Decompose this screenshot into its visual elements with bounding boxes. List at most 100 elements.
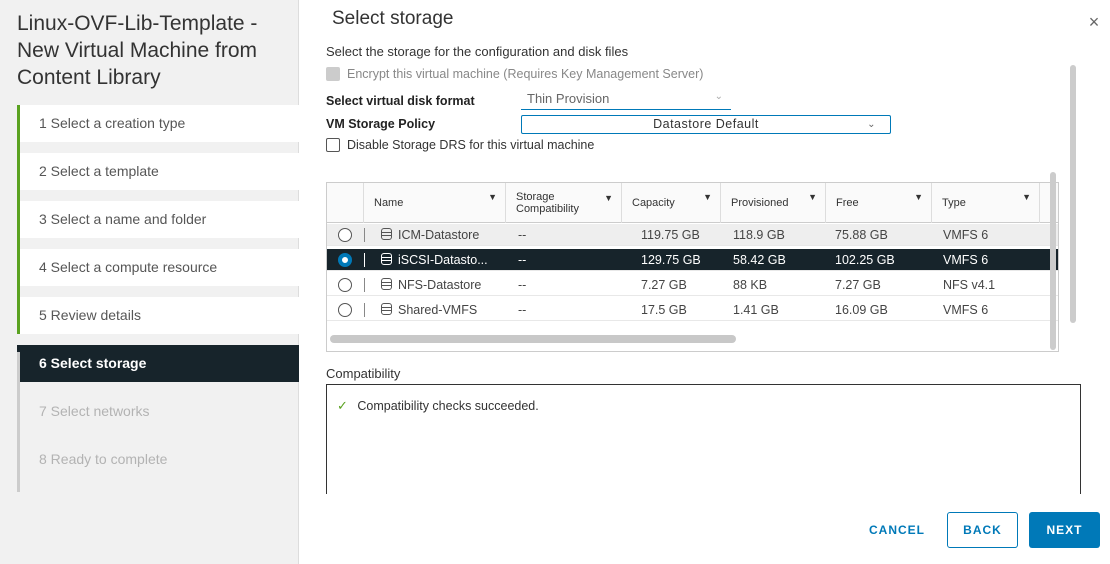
cancel-button[interactable]: CANCEL bbox=[862, 512, 932, 548]
row-radio[interactable] bbox=[338, 303, 352, 317]
datastore-name: Shared-VMFS bbox=[381, 299, 503, 321]
next-button[interactable]: NEXT bbox=[1029, 512, 1100, 548]
cell-compatibility: -- bbox=[518, 278, 527, 292]
compatibility-message: Compatibility checks succeeded. bbox=[357, 399, 539, 413]
cell-compatibility: -- bbox=[518, 253, 527, 267]
page-vertical-scrollbar[interactable] bbox=[1070, 65, 1076, 323]
column-header-label: Storage Compatibility bbox=[516, 191, 579, 215]
column-header-provisioned[interactable]: Provisioned ▼ bbox=[721, 183, 826, 223]
column-header-storage-compatibility[interactable]: Storage Compatibility ▼ bbox=[506, 183, 622, 223]
filter-icon[interactable]: ▼ bbox=[808, 192, 817, 202]
cell-provisioned: 118.9 GB bbox=[733, 228, 785, 242]
cell-compatibility: -- bbox=[518, 303, 527, 317]
cell-free: 7.27 GB bbox=[835, 278, 881, 292]
table-row[interactable]: iSCSI-Datasto... -- 129.75 GB 58.42 GB 1… bbox=[327, 249, 1058, 271]
back-button[interactable]: BACK bbox=[947, 512, 1018, 548]
table-row[interactable]: Shared-VMFS -- 17.5 GB 1.41 GB 16.09 GB … bbox=[327, 299, 1058, 321]
filter-icon[interactable]: ▼ bbox=[914, 192, 923, 202]
datastore-name-text: ICM-Datastore bbox=[398, 228, 480, 242]
disable-drs-label: Disable Storage DRS for this virtual mac… bbox=[347, 138, 595, 152]
storage-policy-select[interactable]: Datastore Default ⌄ bbox=[521, 115, 891, 134]
step-rail bbox=[17, 352, 20, 492]
row-radio-selected[interactable] bbox=[338, 253, 352, 267]
filter-icon[interactable]: ▼ bbox=[703, 192, 712, 202]
select-column-header bbox=[327, 183, 364, 223]
check-icon: ✓ bbox=[337, 398, 348, 413]
step-ready-to-complete: 8 Ready to complete bbox=[39, 451, 168, 467]
row-separator bbox=[364, 303, 365, 317]
datastore-grid: Name ▼ Storage Compatibility ▼ Capacity … bbox=[326, 182, 1059, 352]
datastore-name-text: iSCSI-Datasto... bbox=[398, 253, 488, 267]
storage-policy-label: VM Storage Policy bbox=[326, 117, 436, 131]
cell-free: 75.88 GB bbox=[835, 228, 888, 242]
disable-drs-checkbox[interactable]: Disable Storage DRS for this virtual mac… bbox=[326, 138, 594, 152]
wizard-title: Linux-OVF-Lib-Template - New Virtual Mac… bbox=[17, 12, 258, 89]
row-radio[interactable] bbox=[338, 278, 352, 292]
compatibility-panel: ✓ Compatibility checks succeeded. bbox=[326, 384, 1081, 494]
cell-capacity: 17.5 GB bbox=[641, 303, 687, 317]
disk-format-value: Thin Provision bbox=[527, 91, 610, 106]
column-header-free[interactable]: Free ▼ bbox=[826, 183, 932, 223]
column-header-label: Free bbox=[836, 197, 859, 209]
storage-policy-value: Datastore Default bbox=[653, 117, 759, 131]
checkbox-disabled-icon bbox=[326, 67, 340, 81]
table-row[interactable]: NFS-Datastore -- 7.27 GB 88 KB 7.27 GB N… bbox=[327, 274, 1058, 296]
disk-format-label: Select virtual disk format bbox=[326, 94, 475, 108]
cell-free: 16.09 GB bbox=[835, 303, 888, 317]
wizard-steps: 1 Select a creation type 2 Select a temp… bbox=[17, 105, 299, 489]
disk-format-select[interactable]: Thin Provision ⌄ bbox=[521, 91, 731, 110]
step-select-creation-type[interactable]: 1 Select a creation type bbox=[17, 105, 299, 142]
chevron-down-icon: ⌄ bbox=[867, 119, 876, 130]
column-header-label: Name bbox=[374, 197, 404, 209]
column-header-type[interactable]: Type ▼ bbox=[932, 183, 1040, 223]
cell-compatibility: -- bbox=[518, 228, 527, 242]
cell-capacity: 7.27 GB bbox=[641, 278, 687, 292]
step-select-compute-resource[interactable]: 4 Select a compute resource bbox=[17, 238, 299, 286]
step-select-template[interactable]: 2 Select a template bbox=[17, 142, 299, 190]
compatibility-label: Compatibility bbox=[326, 366, 401, 381]
filter-icon[interactable]: ▼ bbox=[604, 192, 613, 204]
column-header-label: Provisioned bbox=[731, 197, 789, 209]
cell-type: VMFS 6 bbox=[943, 303, 989, 317]
step-select-name-folder[interactable]: 3 Select a name and folder bbox=[17, 190, 299, 238]
column-header-name[interactable]: Name ▼ bbox=[364, 183, 506, 223]
wizard-sidebar: Linux-OVF-Lib-Template - New Virtual Mac… bbox=[0, 0, 299, 564]
step-select-networks: 7 Select networks bbox=[39, 403, 150, 419]
encrypt-vm-label: Encrypt this virtual machine (Requires K… bbox=[347, 67, 704, 81]
chevron-down-icon: ⌄ bbox=[714, 91, 723, 102]
table-row[interactable]: ICM-Datastore -- 119.75 GB 118.9 GB 75.8… bbox=[327, 224, 1058, 246]
close-icon[interactable]: × bbox=[1086, 12, 1102, 32]
row-radio[interactable] bbox=[338, 228, 352, 242]
encrypt-vm-checkbox: Encrypt this virtual machine (Requires K… bbox=[326, 67, 703, 81]
cell-provisioned: 1.41 GB bbox=[733, 303, 779, 317]
page-title: Select storage bbox=[332, 8, 454, 29]
row-separator bbox=[364, 278, 365, 292]
grid-vertical-scrollbar[interactable] bbox=[1050, 172, 1056, 350]
datastore-name-text: NFS-Datastore bbox=[398, 278, 482, 292]
main-panel: Select storage × Select the storage for … bbox=[300, 0, 1110, 564]
datastore-icon bbox=[381, 253, 392, 265]
cell-type: VMFS 6 bbox=[943, 253, 989, 267]
column-header-label: Type bbox=[942, 197, 966, 209]
datastore-name: iSCSI-Datasto... bbox=[381, 249, 503, 271]
datastore-name-text: Shared-VMFS bbox=[398, 303, 478, 317]
datastore-icon bbox=[381, 278, 392, 290]
filter-icon[interactable]: ▼ bbox=[488, 192, 497, 202]
checkbox-icon[interactable] bbox=[326, 138, 340, 152]
page-subtitle: Select the storage for the configuration… bbox=[326, 44, 629, 59]
column-header-label: Capacity bbox=[632, 197, 675, 209]
cell-type: NFS v4.1 bbox=[943, 278, 996, 292]
column-header-capacity[interactable]: Capacity ▼ bbox=[622, 183, 721, 223]
grid-horizontal-scrollbar[interactable] bbox=[330, 335, 736, 343]
step-review-details[interactable]: 5 Review details bbox=[17, 286, 299, 334]
cell-type: VMFS 6 bbox=[943, 228, 989, 242]
datastore-icon bbox=[381, 303, 392, 315]
cell-capacity: 119.75 GB bbox=[641, 228, 700, 242]
cell-capacity: 129.75 GB bbox=[641, 253, 701, 267]
datastore-name: ICM-Datastore bbox=[381, 224, 503, 246]
filter-icon[interactable]: ▼ bbox=[1022, 192, 1031, 202]
step-select-storage[interactable]: 6 Select storage bbox=[17, 345, 299, 382]
datastore-name: NFS-Datastore bbox=[381, 274, 503, 296]
datastore-icon bbox=[381, 228, 392, 240]
grid-header: Name ▼ Storage Compatibility ▼ Capacity … bbox=[327, 183, 1058, 223]
